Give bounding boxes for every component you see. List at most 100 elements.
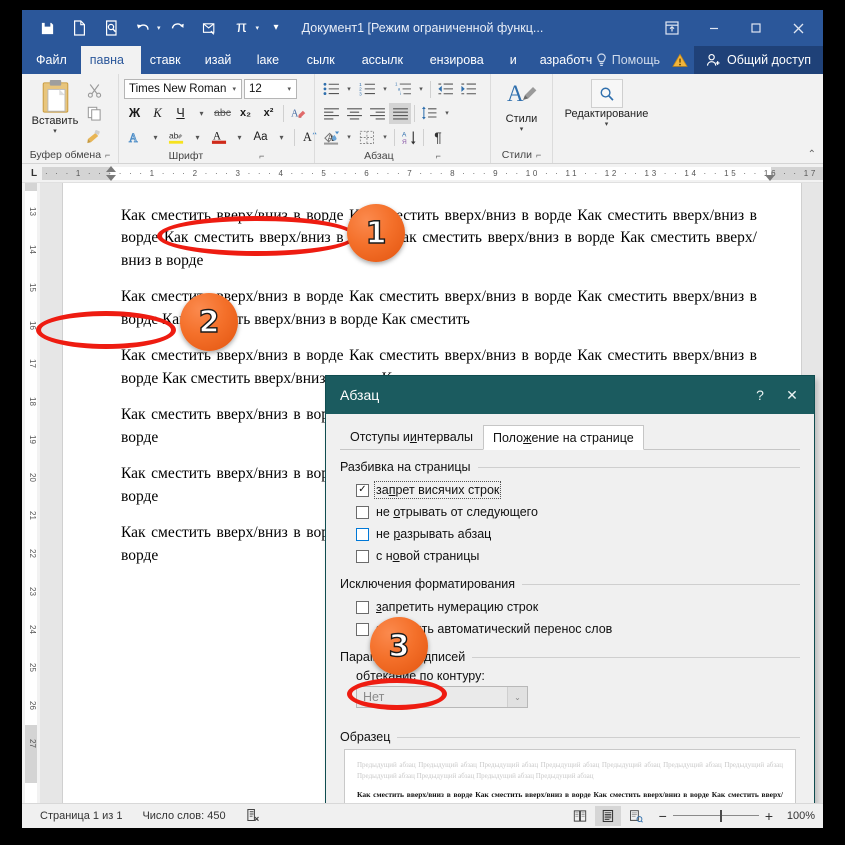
text-highlight-chevron-down-icon[interactable]: ▾	[189, 127, 206, 148]
share-button[interactable]: Общий доступ	[694, 46, 823, 74]
line-spacing-icon[interactable]	[418, 103, 440, 124]
checkbox-box[interactable]	[356, 528, 369, 541]
align-right-icon[interactable]	[366, 103, 388, 124]
dialog-close-icon[interactable]: ✕	[776, 380, 808, 410]
close-icon[interactable]	[777, 13, 819, 43]
undo-icon[interactable]	[128, 15, 158, 41]
ribbon-tab-references[interactable]: сылк	[298, 46, 353, 74]
find-icon[interactable]	[591, 79, 623, 108]
font-size-chevron-down-icon[interactable]: ▾	[284, 85, 294, 93]
underline-button[interactable]: Ч	[170, 103, 191, 124]
checkbox-suppress-line-numbers[interactable]: запретить нумерацию строк	[340, 596, 800, 618]
checkbox-page-break-before[interactable]: с новой страницы	[340, 545, 800, 567]
equation-dropdown-icon[interactable]: ▾	[256, 24, 260, 32]
zoom-handle[interactable]	[720, 810, 722, 822]
multilevel-list-chevron-down-icon[interactable]: ▾	[415, 79, 427, 100]
checkbox-box[interactable]	[356, 506, 369, 519]
change-case-button[interactable]: Aa	[250, 127, 271, 148]
save-icon[interactable]	[32, 15, 62, 41]
show-formatting-marks-button[interactable]: ¶	[427, 127, 449, 148]
email-icon[interactable]	[195, 15, 225, 41]
zoom-in-button[interactable]: +	[765, 808, 773, 824]
ribbon-tab-view[interactable]: и	[501, 46, 531, 74]
horizontal-ruler[interactable]: L · · · 1 · · · · · · 1 · · · 2 · · · 3 …	[22, 164, 823, 183]
align-left-icon[interactable]	[320, 103, 342, 124]
font-color-chevron-down-icon[interactable]: ▾	[231, 127, 248, 148]
italic-button[interactable]: К	[147, 103, 168, 124]
styles-dialog-launcher-icon[interactable]: ⌐	[536, 150, 541, 160]
web-layout-view-icon[interactable]	[623, 806, 649, 826]
print-preview-icon[interactable]	[96, 15, 126, 41]
editing-button[interactable]: Редактирование ▾	[558, 77, 655, 128]
shading-chevron-down-icon[interactable]: ▾	[343, 127, 355, 148]
vertical-ruler[interactable]: 13 14 15 16 17 18 19 20 21 22 23 24 25 2…	[22, 183, 40, 808]
borders-icon[interactable]	[356, 127, 378, 148]
right-indent-marker[interactable]	[765, 175, 775, 181]
subscript-button[interactable]: x₂	[235, 103, 256, 124]
tab-stop-selector[interactable]: L	[26, 168, 42, 179]
print-layout-view-icon[interactable]	[595, 806, 621, 826]
dialog-tab-indents-spacing[interactable]: Отступы и интервалы	[340, 424, 483, 449]
styles-button[interactable]: A Стили ▾	[496, 77, 547, 133]
checkbox-box[interactable]: ✓	[356, 484, 369, 497]
new-document-icon[interactable]	[64, 15, 94, 41]
zoom-out-button[interactable]: −	[659, 808, 667, 824]
tight-wrap-chevron-down-icon[interactable]: ⌄	[507, 687, 527, 707]
font-name-combo[interactable]: Times New Roman ▾	[124, 79, 242, 99]
text-effects-chevron-down-icon[interactable]: ▾	[147, 127, 164, 148]
shading-icon[interactable]	[320, 127, 342, 148]
paste-button[interactable]: Вставить ▾	[27, 77, 83, 135]
line-spacing-chevron-down-icon[interactable]: ▾	[441, 103, 453, 124]
proofing-errors-icon[interactable]	[236, 808, 270, 825]
numbering-chevron-down-icon[interactable]: ▾	[379, 79, 391, 100]
first-line-indent-marker[interactable]	[106, 166, 116, 172]
sort-icon[interactable]: АЯ	[398, 127, 420, 148]
checkbox-box[interactable]	[356, 601, 369, 614]
ribbon-display-options-icon[interactable]	[651, 13, 693, 43]
cut-icon[interactable]	[83, 80, 105, 100]
page-number-status[interactable]: Страница 1 из 1	[30, 810, 132, 822]
superscript-button[interactable]: x²	[258, 103, 279, 124]
editing-dropdown-icon[interactable]: ▾	[605, 120, 609, 128]
checkbox-keep-lines-together[interactable]: не разрывать абзац	[340, 523, 800, 545]
ruler-strip[interactable]: · · · 1 · · · · · · 1 · · · 2 · · · 3 · …	[42, 167, 823, 180]
paragraph-dialog-launcher-icon[interactable]: ⌐	[436, 151, 441, 161]
text-highlight-icon[interactable]: ab	[166, 127, 187, 148]
clipboard-dialog-launcher-icon[interactable]: ⌐	[105, 150, 110, 160]
align-center-icon[interactable]	[343, 103, 365, 124]
clear-formatting-icon[interactable]: A	[288, 103, 309, 124]
customize-quick-access-icon[interactable]: ▾	[261, 15, 291, 41]
checkbox-box[interactable]	[356, 623, 369, 636]
bold-button[interactable]: Ж	[124, 103, 145, 124]
ribbon-tab-file[interactable]: Файл	[22, 46, 81, 74]
redo-icon[interactable]	[163, 15, 193, 41]
collapse-ribbon-icon[interactable]: ⌃	[808, 149, 816, 160]
zoom-slider[interactable]: − +	[651, 808, 781, 824]
font-size-combo[interactable]: 12 ▾	[244, 79, 297, 99]
warning-icon[interactable]	[666, 53, 694, 68]
dialog-tab-line-page-breaks[interactable]: Положение на странице	[483, 425, 644, 450]
zoom-percentage[interactable]: 100%	[783, 810, 815, 822]
checkbox-box[interactable]	[356, 550, 369, 563]
zoom-track[interactable]	[673, 810, 759, 822]
maximize-icon[interactable]	[735, 13, 777, 43]
bullets-icon[interactable]	[320, 79, 342, 100]
font-dialog-launcher-icon[interactable]: ⌐	[259, 151, 264, 161]
font-color-icon[interactable]: A	[208, 127, 229, 148]
paste-dropdown-icon[interactable]: ▾	[53, 127, 57, 135]
tell-me-search[interactable]: Помощь	[590, 53, 666, 67]
styles-dropdown-icon[interactable]: ▾	[520, 125, 524, 133]
decrease-indent-icon[interactable]	[434, 79, 456, 100]
equation-icon[interactable]: π	[227, 15, 257, 41]
borders-chevron-down-icon[interactable]: ▾	[379, 127, 391, 148]
underline-chevron-down-icon[interactable]: ▾	[193, 103, 210, 124]
bullets-chevron-down-icon[interactable]: ▾	[343, 79, 355, 100]
dialog-help-icon[interactable]: ?	[744, 380, 776, 410]
ribbon-tab-review[interactable]: ензирова	[421, 46, 501, 74]
undo-dropdown-icon[interactable]: ▾	[157, 24, 161, 32]
font-name-chevron-down-icon[interactable]: ▾	[229, 85, 239, 93]
strikethrough-button[interactable]: abc	[212, 103, 233, 124]
format-painter-icon[interactable]	[83, 126, 105, 146]
word-count-status[interactable]: Число слов: 450	[132, 810, 235, 822]
increase-indent-icon[interactable]	[457, 79, 479, 100]
